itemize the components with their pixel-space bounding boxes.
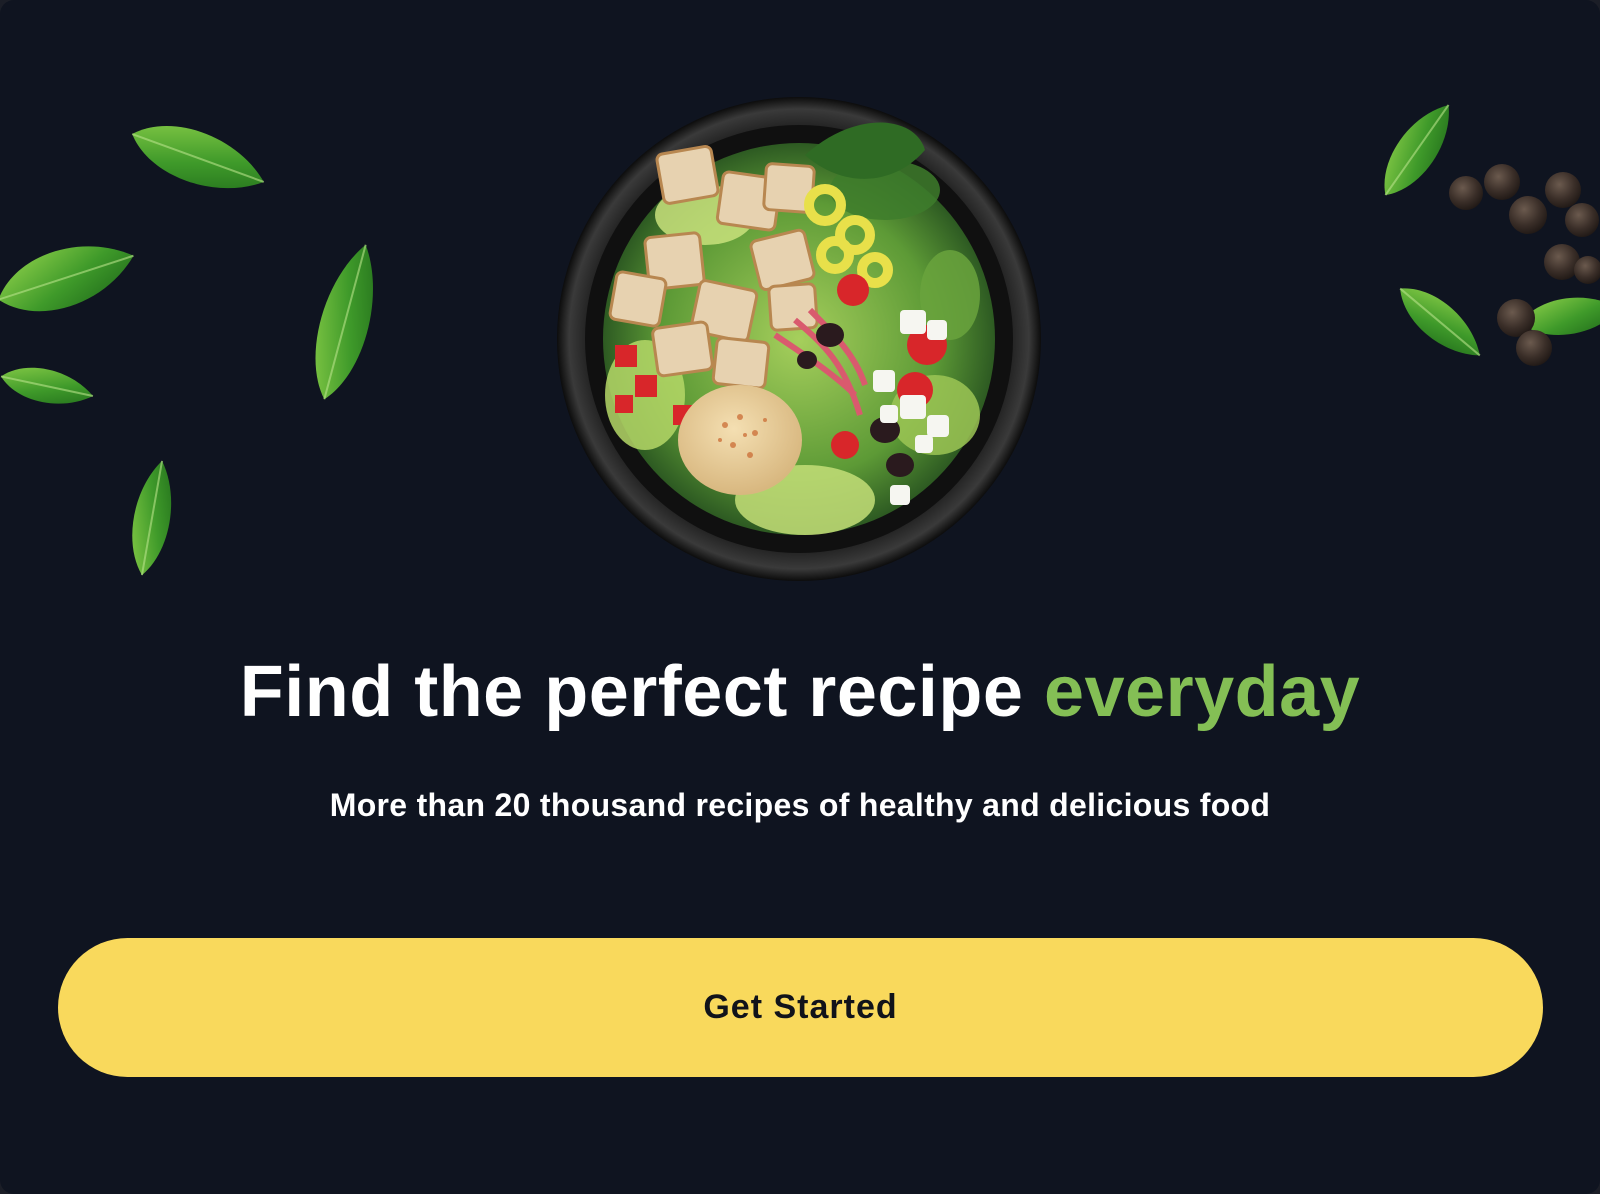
get-started-button[interactable]: Get Started bbox=[58, 938, 1543, 1077]
leaf-icon bbox=[0, 367, 94, 404]
onboarding-screen: Find the perfect recipe everyday More th… bbox=[0, 0, 1600, 1194]
salad-bowl-image bbox=[555, 95, 1043, 583]
headline-main: Find the perfect recipe bbox=[239, 652, 1044, 732]
page-title: Find the perfect recipe everyday bbox=[0, 650, 1600, 734]
leaf-icon bbox=[1399, 287, 1481, 357]
page-subtitle: More than 20 thousand recipes of healthy… bbox=[329, 787, 1271, 823]
leaf-icon bbox=[315, 244, 373, 400]
headline-accent: everyday bbox=[1043, 652, 1361, 732]
leaf-icon bbox=[132, 460, 172, 576]
leaf-icon bbox=[131, 126, 265, 189]
leaf-icon bbox=[0, 246, 134, 312]
